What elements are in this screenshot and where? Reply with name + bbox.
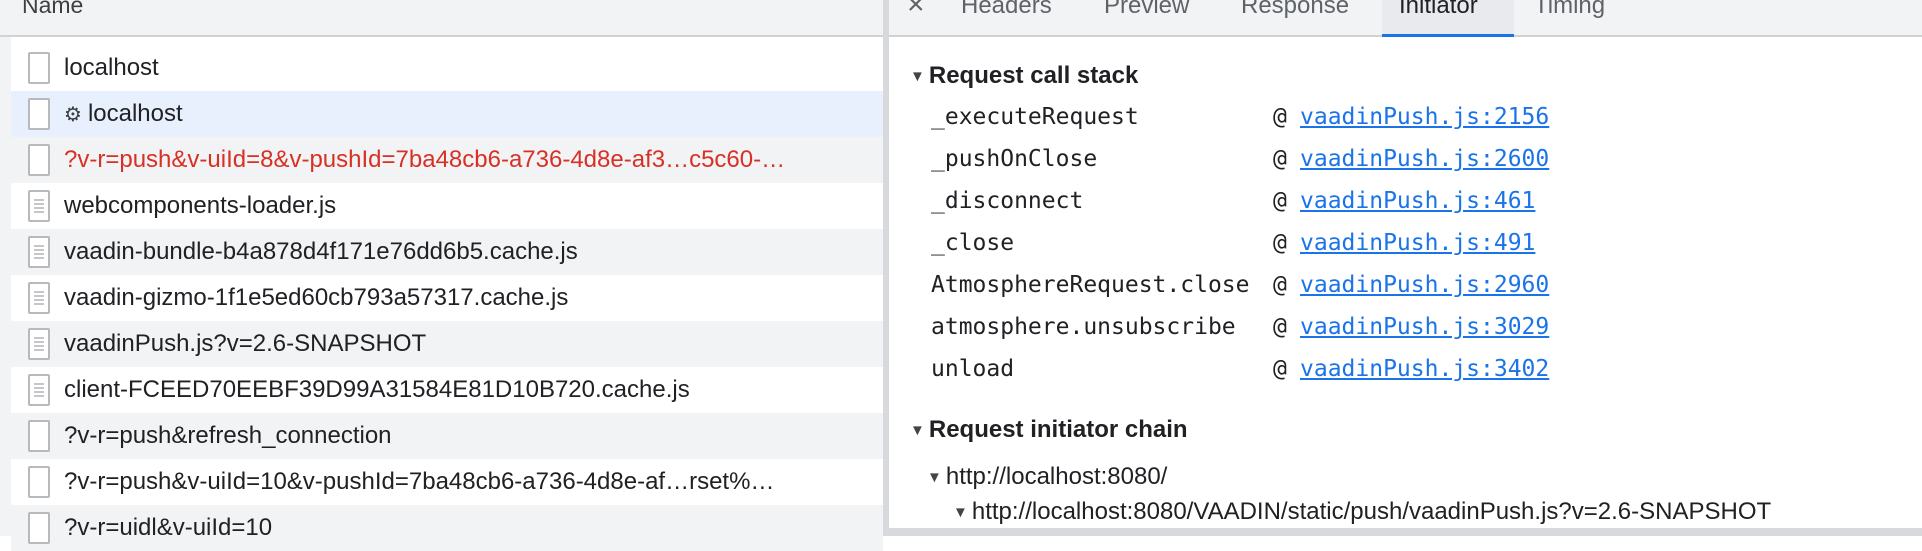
function-name: _disconnect — [931, 188, 1084, 214]
request-name: webcomponents-loader.js — [64, 192, 337, 219]
request-name: ?v-r=push&refresh_connection — [64, 422, 392, 449]
request-name: vaadinPush.js?v=2.6-SNAPSHOT — [64, 330, 427, 357]
at-sign: @ — [1273, 230, 1287, 256]
script-icon — [28, 328, 50, 360]
tab-initiator-label: Initiator — [1399, 0, 1478, 19]
request-name: localhost — [64, 54, 159, 81]
request-row-localhost[interactable]: localhost — [11, 45, 883, 91]
list-gutter — [0, 37, 11, 536]
request-name: vaadin-gizmo-1f1e5ed60cb793a57317.cache.… — [64, 284, 569, 311]
initiator-url: http://localhost:8080/VAADIN/static/push… — [971, 498, 1772, 525]
request-row-push-uiid-10[interactable]: ?v-r=push&v-uiId=10&v-pushId=7ba48cb6-a7… — [11, 459, 883, 505]
request-name: ?v-r=push&v-uiId=10&v-pushId=7ba48cb6-a7… — [64, 468, 775, 495]
tab-initiator[interactable]: Initiator — [1382, 0, 1514, 37]
tab-headers[interactable]: Headers — [961, 0, 1052, 20]
source-link[interactable]: vaadinPush.js:461 — [1300, 188, 1535, 214]
request-name: vaadin-bundle-b4a878d4f171e76dd6b5.cache… — [64, 238, 578, 265]
source-link[interactable]: vaadinPush.js:3029 — [1300, 314, 1549, 340]
function-name: AtmosphereRequest.close — [931, 272, 1250, 298]
script-icon — [28, 236, 50, 268]
call-stack-title: Request call stack — [928, 62, 1139, 89]
triangle-down-icon: ▼ — [927, 469, 942, 486]
initiator-chain-section-header[interactable]: ▼ Request initiator chain — [910, 416, 1188, 444]
script-icon — [28, 190, 50, 222]
document-icon — [28, 144, 50, 176]
triangle-down-icon: ▼ — [910, 68, 925, 85]
tab-response[interactable]: Response — [1241, 0, 1349, 20]
document-icon — [28, 52, 50, 84]
at-sign: @ — [1273, 188, 1287, 214]
request-row-vaadin-bundle[interactable]: vaadin-bundle-b4a878d4f171e76dd6b5.cache… — [11, 229, 883, 275]
request-row-client-cache[interactable]: client-FCEED70EEBF39D99A31584E81D10B720.… — [11, 367, 883, 413]
call-stack-section-header[interactable]: ▼ Request call stack — [910, 62, 1138, 90]
request-row-push-failed[interactable]: ?v-r=push&v-uiId=8&v-pushId=7ba48cb6-a73… — [11, 137, 883, 183]
request-list-pane: Name localhost ⚙ localhost ?v-r=push&v-u… — [0, 0, 883, 551]
at-sign: @ — [1273, 146, 1287, 172]
source-link[interactable]: vaadinPush.js:2600 — [1300, 146, 1549, 172]
function-name: _close — [931, 230, 1015, 256]
request-name: ?v-r=push&v-uiId=8&v-pushId=7ba48cb6-a73… — [64, 146, 786, 173]
request-details-pane: × Headers Preview Response Initiator Tim… — [889, 0, 1922, 536]
function-name: _pushOnClose — [931, 146, 1098, 172]
tab-timing[interactable]: Timing — [1534, 0, 1605, 20]
request-list-header: Name — [0, 0, 883, 37]
request-row-vaadin-gizmo[interactable]: vaadin-gizmo-1f1e5ed60cb793a57317.cache.… — [11, 275, 883, 321]
script-icon — [28, 282, 50, 314]
script-icon — [28, 374, 50, 406]
source-link[interactable]: vaadinPush.js:2960 — [1300, 272, 1549, 298]
at-sign: @ — [1273, 314, 1287, 340]
function-name: unload — [931, 356, 1015, 382]
initiator-url: http://localhost:8080/ — [945, 463, 1168, 490]
request-name: localhost — [87, 100, 183, 127]
at-sign: @ — [1273, 356, 1287, 382]
initiator-chain-item[interactable]: ▼ http://localhost:8080/ — [927, 463, 1167, 491]
at-sign: @ — [1273, 272, 1287, 298]
triangle-down-icon: ▼ — [953, 504, 968, 521]
request-row-uidl[interactable]: ?v-r=uidl&v-uiId=10 — [11, 505, 883, 551]
source-link[interactable]: vaadinPush.js:3402 — [1300, 356, 1549, 382]
document-icon — [28, 512, 50, 544]
request-row-refresh-connection[interactable]: ?v-r=push&refresh_connection — [11, 413, 883, 459]
document-icon — [28, 420, 50, 452]
request-row-webcomponents-loader[interactable]: webcomponents-loader.js — [11, 183, 883, 229]
document-icon — [28, 98, 50, 130]
triangle-down-icon: ▼ — [910, 422, 925, 439]
source-link[interactable]: vaadinPush.js:2156 — [1300, 104, 1549, 130]
at-sign: @ — [1273, 104, 1287, 130]
request-rows: localhost ⚙ localhost ?v-r=push&v-uiId=8… — [11, 45, 883, 551]
tab-preview[interactable]: Preview — [1104, 0, 1189, 20]
source-link[interactable]: vaadinPush.js:491 — [1300, 230, 1535, 256]
function-name: _executeRequest — [931, 104, 1139, 130]
initiator-chain-title: Request initiator chain — [928, 416, 1188, 443]
gear-icon: ⚙ — [64, 103, 82, 126]
horizontal-scrollbar[interactable] — [889, 528, 1922, 536]
document-icon — [28, 466, 50, 498]
request-row-localhost-service-worker[interactable]: ⚙ localhost — [11, 91, 883, 137]
name-column-header[interactable]: Name — [22, 0, 83, 19]
request-name: ?v-r=uidl&v-uiId=10 — [64, 514, 273, 541]
initiator-chain-item[interactable]: ▼ http://localhost:8080/VAADIN/static/pus… — [953, 498, 1771, 526]
request-row-vaadinpush[interactable]: vaadinPush.js?v=2.6-SNAPSHOT — [11, 321, 883, 367]
details-tabbar: × Headers Preview Response Initiator Tim… — [889, 0, 1922, 37]
close-icon[interactable]: × — [907, 0, 925, 22]
request-name: client-FCEED70EEBF39D99A31584E81D10B720.… — [64, 376, 690, 403]
function-name: atmosphere.unsubscribe — [931, 314, 1236, 340]
